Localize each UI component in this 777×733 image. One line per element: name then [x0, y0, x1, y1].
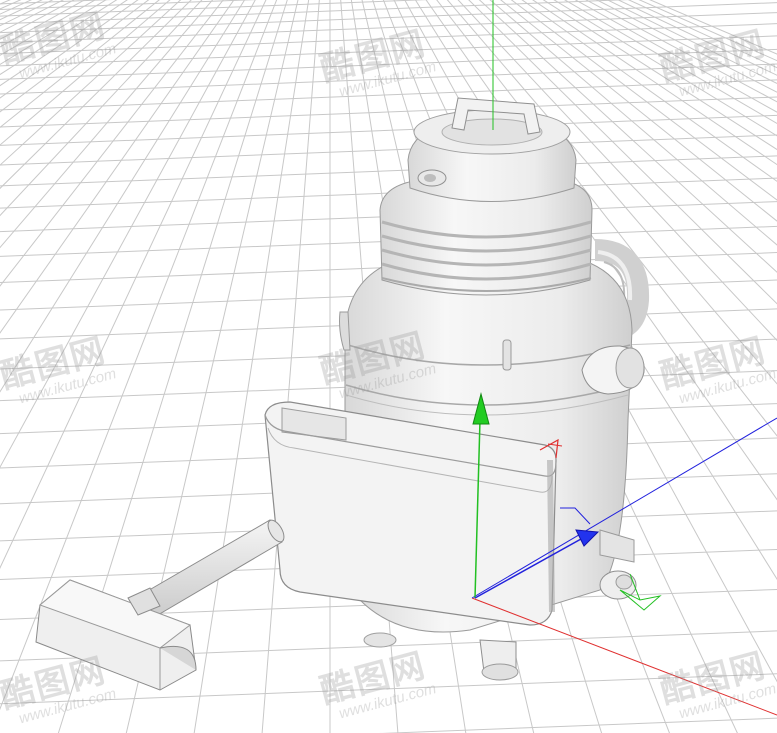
- grid-line: [0, 114, 777, 146]
- wet-dry-vacuum-model[interactable]: [35, 97, 650, 691]
- grid-line: [193, 0, 310, 733]
- 3d-viewport[interactable]: 酷图网 www.ikutu.com 酷图网 www.ikutu.com 酷图网 …: [0, 0, 777, 733]
- grid-line: [0, 673, 777, 705]
- grid-line: [0, 79, 777, 111]
- left-latch: [339, 311, 351, 351]
- world-x-axis-line: [471, 597, 777, 716]
- grid-line: [261, 0, 320, 733]
- grid-line: [0, 12, 777, 44]
- grid-line: [0, 0, 113, 5]
- grid-line: [0, 63, 777, 95]
- scene-canvas: [0, 0, 777, 733]
- top-cap: [407, 109, 577, 202]
- grid-line: [379, 717, 777, 733]
